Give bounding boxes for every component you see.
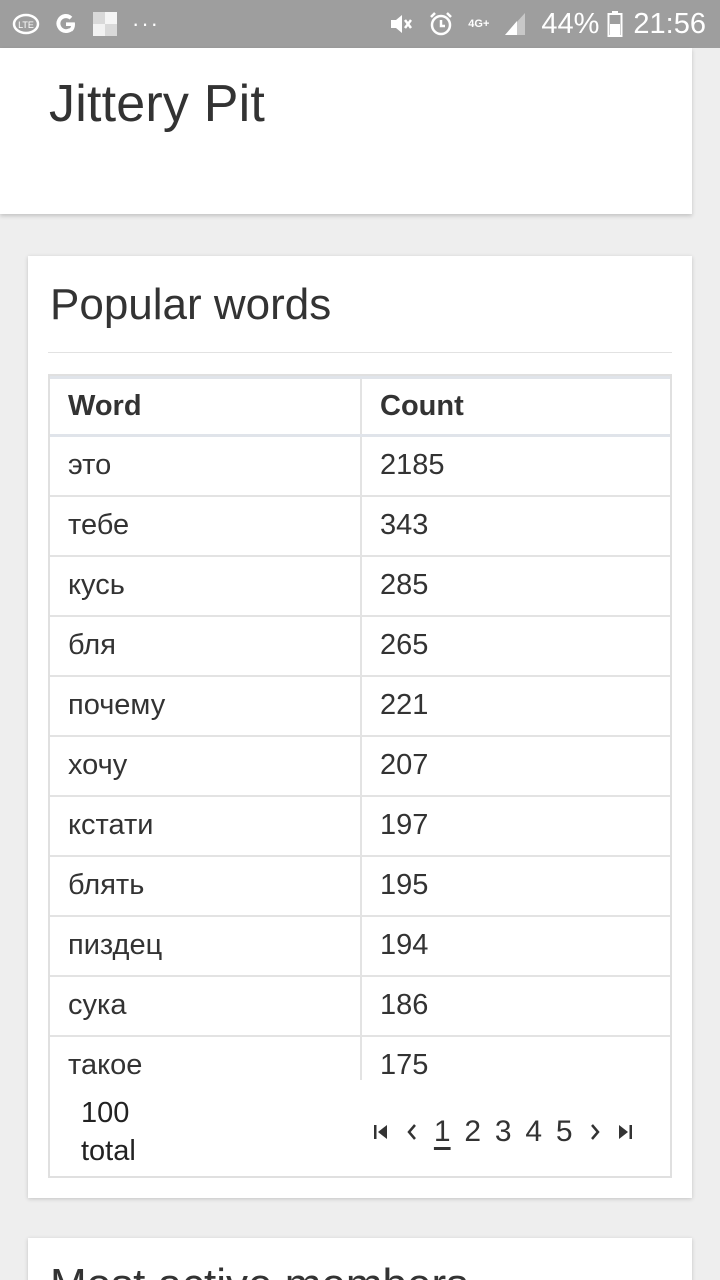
table-row: кусь 285 xyxy=(50,555,670,617)
next-page-icon[interactable] xyxy=(580,1112,611,1152)
words-table-container: Word Count это 2185 тебе 343 кусь 285 бля 26… xyxy=(48,374,672,1178)
word-cell: хочу xyxy=(50,735,362,797)
table-row: почему 221 xyxy=(50,675,670,737)
count-cell: 197 xyxy=(361,795,670,857)
status-bar-right: 4G+ 44% 21:56 xyxy=(388,8,706,41)
more-dots-icon: ··· xyxy=(132,11,160,36)
word-cell: это xyxy=(50,435,362,497)
first-page-icon[interactable] xyxy=(366,1112,397,1152)
table-row: хочу 207 xyxy=(50,735,670,797)
network-type-label: 4G+ xyxy=(468,17,490,30)
clock: 21:56 xyxy=(633,7,706,40)
site-title[interactable]: Jittery Pit xyxy=(49,74,265,134)
count-cell: 186 xyxy=(361,975,670,1037)
table-row: сука 186 xyxy=(50,975,670,1037)
page-5-button[interactable]: 5 xyxy=(549,1112,580,1152)
word-cell: кстати xyxy=(50,795,362,857)
battery-percent: 44% xyxy=(541,7,600,40)
gallery-icon xyxy=(92,11,118,37)
total-count-value: 100 xyxy=(81,1097,130,1129)
site-header: Jittery Pit xyxy=(0,48,692,214)
count-cell: 265 xyxy=(361,615,670,677)
count-cell: 207 xyxy=(361,735,670,797)
status-bar: LTE ··· 4G+ 44% 21:56 xyxy=(0,0,720,48)
words-table: Word Count это 2185 тебе 343 кусь 285 бля 26… xyxy=(50,376,670,1080)
google-icon xyxy=(54,12,78,36)
title-divider xyxy=(48,352,672,353)
table-row: пиздец 194 xyxy=(50,915,670,977)
count-cell: 221 xyxy=(361,675,670,737)
word-cell: почему xyxy=(50,675,362,737)
word-cell: тебе xyxy=(50,495,362,557)
popular-words-title: Popular words xyxy=(50,280,332,329)
page-3-button[interactable]: 3 xyxy=(488,1112,519,1152)
table-row: такое 175 xyxy=(50,1035,670,1080)
count-cell: 175 xyxy=(361,1035,670,1080)
table-row: бля 265 xyxy=(50,615,670,677)
popular-words-card: Popular words Word Count это 2185 тебе 343… xyxy=(28,256,692,1198)
column-header-count[interactable]: Count xyxy=(361,376,670,437)
word-cell: такое xyxy=(50,1035,362,1080)
signal-icon xyxy=(503,11,527,37)
word-cell: блять xyxy=(50,855,362,917)
alarm-icon xyxy=(428,11,454,37)
total-count: 100 total xyxy=(81,1094,136,1170)
count-cell: 194 xyxy=(361,915,670,977)
lte-icon: LTE xyxy=(12,13,40,35)
most-active-members-title: Most active members xyxy=(50,1260,468,1280)
column-header-word[interactable]: Word xyxy=(50,376,362,437)
page-4-button[interactable]: 4 xyxy=(519,1112,550,1152)
count-cell: 2185 xyxy=(361,435,670,497)
table-row: кстати 197 xyxy=(50,795,670,857)
network-type-icon: 4G+ xyxy=(468,17,490,30)
table-header-row: Word Count xyxy=(50,376,670,437)
pagination: 1 2 3 4 5 xyxy=(366,1110,641,1154)
page-2-button[interactable]: 2 xyxy=(458,1112,489,1152)
last-page-icon[interactable] xyxy=(610,1112,641,1152)
mute-icon xyxy=(388,12,414,36)
words-table-scroll[interactable]: Word Count это 2185 тебе 343 кусь 285 бля 26… xyxy=(50,376,670,1080)
count-cell: 285 xyxy=(361,555,670,617)
prev-page-icon[interactable] xyxy=(397,1112,428,1152)
word-cell: пиздец xyxy=(50,915,362,977)
page-1-button[interactable]: 1 xyxy=(427,1112,458,1152)
status-bar-left: LTE ··· xyxy=(12,11,160,37)
count-cell: 195 xyxy=(361,855,670,917)
most-active-members-card: Most active members xyxy=(28,1238,692,1280)
total-count-label: total xyxy=(81,1135,136,1167)
word-cell: сука xyxy=(50,975,362,1037)
svg-text:LTE: LTE xyxy=(18,20,34,30)
battery-icon xyxy=(607,10,623,38)
word-cell: кусь xyxy=(50,555,362,617)
table-footer: 100 total 1 2 3 4 5 xyxy=(50,1080,670,1176)
table-row: тебе 343 xyxy=(50,495,670,557)
table-row: это 2185 xyxy=(50,435,670,497)
count-cell: 343 xyxy=(361,495,670,557)
table-row: блять 195 xyxy=(50,855,670,917)
word-cell: бля xyxy=(50,615,362,677)
